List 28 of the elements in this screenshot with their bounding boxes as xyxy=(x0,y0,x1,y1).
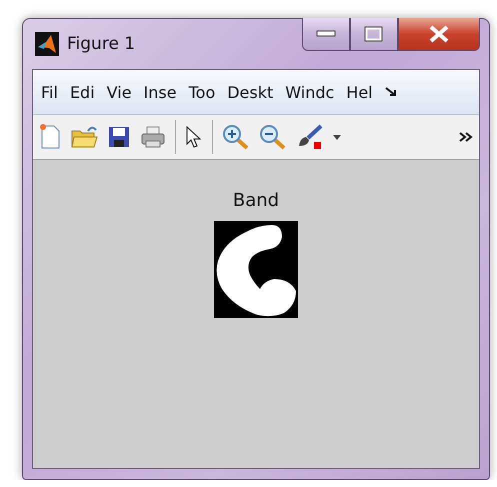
close-icon xyxy=(428,25,450,43)
menu-item[interactable]: Inse xyxy=(144,82,177,102)
menu-item[interactable]: Vie xyxy=(106,82,132,102)
caret-icon[interactable] xyxy=(333,134,341,140)
plot-title: Band xyxy=(232,190,280,211)
menu-item[interactable]: Fil xyxy=(41,82,58,102)
save-icon[interactable] xyxy=(107,125,131,149)
close-button[interactable] xyxy=(398,18,480,51)
zoom-in-icon[interactable] xyxy=(222,124,250,150)
new-file-icon[interactable] xyxy=(39,124,61,150)
maximize-button[interactable] xyxy=(350,18,398,51)
minimize-icon xyxy=(316,30,336,38)
window-title: Figure 1 xyxy=(67,34,136,54)
chevron-icon[interactable] xyxy=(459,132,473,142)
zoom-out-icon[interactable] xyxy=(259,124,287,150)
menu-item[interactable]: Windc xyxy=(285,82,334,102)
arrow-icon[interactable] xyxy=(384,87,397,97)
brush-icon[interactable] xyxy=(296,124,324,150)
minimize-button[interactable] xyxy=(302,18,350,51)
menu-item[interactable]: Edi xyxy=(70,82,95,102)
menu-item[interactable]: Hel xyxy=(346,82,373,102)
open-folder-icon[interactable] xyxy=(70,125,98,149)
maximize-icon xyxy=(364,26,384,42)
printer-icon[interactable] xyxy=(140,125,166,149)
menu-item[interactable]: Deskt xyxy=(227,82,274,102)
menu-item[interactable]: Too xyxy=(188,82,216,102)
pointer-icon[interactable] xyxy=(185,125,203,149)
app-icon xyxy=(35,32,59,56)
